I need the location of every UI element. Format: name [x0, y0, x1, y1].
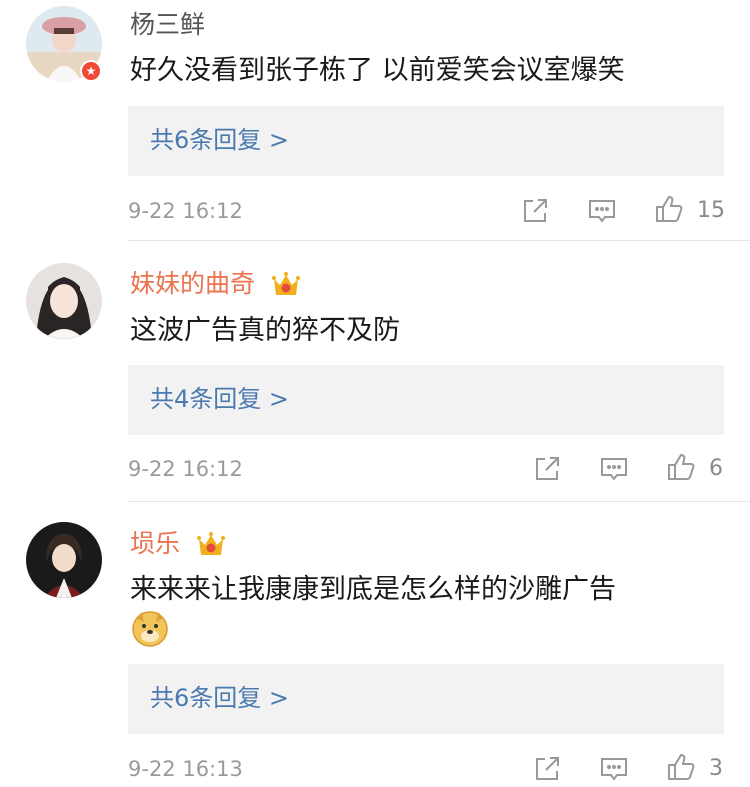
username[interactable]: 杨三鲜	[130, 10, 205, 40]
username-text[interactable]: 埙乐	[130, 529, 180, 558]
comment-icon[interactable]	[599, 454, 629, 484]
like-count: 3	[709, 756, 723, 781]
timestamp: 9-22 16:12	[128, 457, 243, 481]
crown-badge-icon	[271, 272, 300, 295]
verified-badge-icon: ★	[80, 60, 102, 82]
thumbs-up-icon[interactable]	[654, 194, 684, 224]
comment-text: 这波广告真的猝不及防	[130, 315, 400, 346]
avatar[interactable]	[26, 522, 102, 598]
username[interactable]: 妹妹的曲奇	[130, 269, 301, 299]
comment-icon[interactable]	[599, 754, 629, 784]
thumbs-up-icon[interactable]	[666, 752, 696, 782]
avatar[interactable]	[26, 263, 102, 339]
comment-icon[interactable]	[587, 196, 617, 226]
comment-text: 来来来让我康康到底是怎么样的沙雕广告	[130, 574, 616, 605]
crown-badge-icon	[196, 532, 225, 555]
like-count: 15	[697, 198, 725, 223]
username-text[interactable]: 妹妹的曲奇	[130, 269, 255, 298]
username[interactable]: 埙乐	[130, 529, 226, 559]
share-icon[interactable]	[520, 196, 550, 226]
replies-link[interactable]: 共4条回复 >	[150, 382, 289, 416]
comment-item: 妹妹的曲奇 这波广告真的猝不及防 共4条回复 > 9-22 16:12 6	[0, 241, 750, 502]
comment-text: 好久没看到张子栋了 以前爱笑会议室爆笑	[130, 55, 625, 86]
thumbs-up-icon[interactable]	[666, 452, 696, 482]
replies-box[interactable]: 共4条回复 >	[128, 365, 724, 435]
replies-link[interactable]: 共6条回复 >	[150, 681, 289, 715]
like-count: 6	[709, 456, 723, 481]
timestamp: 9-22 16:12	[128, 199, 243, 223]
replies-box[interactable]: 共6条回复 >	[128, 664, 724, 734]
share-icon[interactable]	[532, 754, 562, 784]
doge-emoji-icon	[132, 611, 168, 647]
timestamp: 9-22 16:13	[128, 757, 243, 781]
comment-item: 埙乐 来来来让我康康到底是怎么样的沙雕广告 共6条回复 > 9-22 16:13…	[0, 502, 750, 787]
replies-link[interactable]: 共6条回复 >	[150, 123, 289, 157]
share-icon[interactable]	[532, 454, 562, 484]
replies-box[interactable]: 共6条回复 >	[128, 106, 724, 176]
comment-item: ★ 杨三鲜 好久没看到张子栋了 以前爱笑会议室爆笑 共6条回复 > 9-22 1…	[0, 0, 750, 241]
